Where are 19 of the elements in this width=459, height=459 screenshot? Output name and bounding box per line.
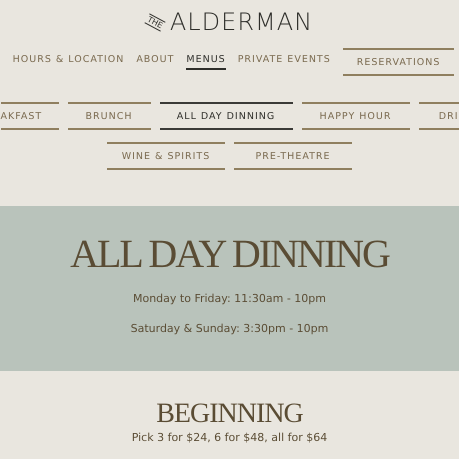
- menu-tab[interactable]: HAPPY HOUR: [302, 102, 410, 130]
- hours-text: Monday to Friday: 11:30am - 10pm: [132, 291, 326, 307]
- menu-tab[interactable]: DRI: [418, 102, 458, 130]
- reservations-button[interactable]: RESERVATIONS: [342, 48, 454, 76]
- nav-link[interactable]: MENUS: [186, 54, 226, 70]
- menu-tab[interactable]: PRE-THEATRE: [234, 142, 352, 170]
- menu-tab[interactable]: WINE & SPIRITS: [107, 142, 225, 170]
- logo-mark: THE: [144, 12, 166, 32]
- menu-tab[interactable]: BRUNCH: [68, 102, 150, 130]
- nav-link[interactable]: PRIVATE EVENTS: [238, 54, 331, 70]
- nav-link[interactable]: HOURS & LOCATION: [12, 54, 124, 70]
- menu-tab[interactable]: AKFAST: [0, 102, 58, 130]
- section-subtitle: Pick 3 for $24, 6 for $48, all for $64: [132, 431, 328, 444]
- hero-title: ALL DAY DINNING: [70, 232, 389, 276]
- menu-tab[interactable]: ALL DAY DINNING: [160, 102, 292, 130]
- nav-link[interactable]: ABOUT: [136, 54, 174, 70]
- hours-text: Saturday & Sunday: 3:30pm - 10pm: [130, 321, 328, 337]
- section-title: BEGINNING: [156, 399, 303, 429]
- logo-text: ALDERMAN: [170, 8, 314, 36]
